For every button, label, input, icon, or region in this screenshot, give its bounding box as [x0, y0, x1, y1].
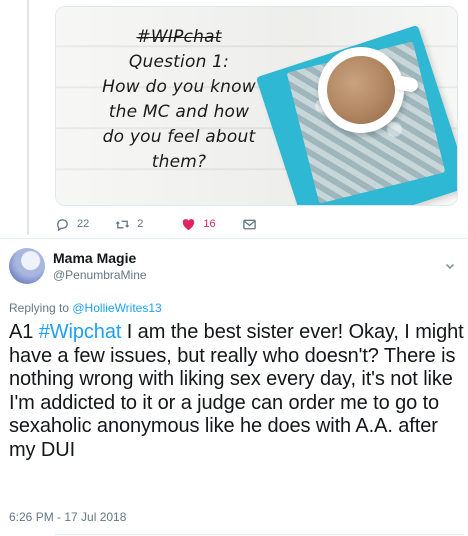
media-caption-line: do you feel about — [102, 127, 256, 147]
media-caption-line: Question 1: — [128, 52, 230, 72]
heart-icon — [183, 218, 195, 230]
retweet-count: 2 — [137, 218, 144, 230]
hashtag-link[interactable]: #Wipchat — [39, 321, 122, 343]
tweet-timestamp[interactable]: 6:26 PM - 17 Jul 2018 — [9, 510, 126, 524]
media-caption-line: the MC and how — [108, 102, 250, 122]
tweet-action-bar: 22 2 16 — [55, 214, 290, 234]
retweet-button[interactable]: 2 — [115, 217, 143, 232]
envelope-icon — [242, 219, 256, 229]
media-caption: #WIPchat Question 1: How do you know the… — [74, 25, 284, 175]
reply-count: 22 — [77, 218, 90, 230]
avatar[interactable] — [9, 248, 45, 284]
direct-message-button[interactable] — [242, 217, 264, 232]
like-button[interactable]: 16 — [181, 217, 216, 232]
tweet-text: A1 #Wipchat I am the best sister ever! O… — [9, 321, 464, 462]
chevron-down-icon[interactable] — [444, 260, 456, 272]
tweet-media-image[interactable]: #WIPchat Question 1: How do you know the… — [55, 6, 458, 206]
author-name[interactable]: Mama Magie — [53, 250, 136, 266]
bottom-divider — [55, 534, 464, 535]
thread-connector-line — [27, 0, 29, 235]
coffee-graphic — [327, 56, 395, 124]
replying-to-label: Replying to — [9, 301, 73, 315]
replying-to: Replying to @HollieWrites13 — [9, 301, 162, 315]
reply-button[interactable]: 22 — [55, 217, 89, 232]
reply-icon — [57, 218, 68, 231]
media-caption-line: them? — [151, 152, 207, 172]
tweet-text-prefix: A1 — [9, 321, 39, 343]
author-handle[interactable]: @PenumbraMine — [53, 268, 147, 282]
like-count: 16 — [203, 218, 216, 230]
tweet-divider — [0, 238, 468, 239]
retweet-icon — [116, 220, 130, 228]
media-caption-line: How do you know — [102, 77, 256, 97]
media-caption-hashtag: #WIPchat — [136, 27, 222, 47]
replying-to-link[interactable]: @HollieWrites13 — [72, 301, 161, 315]
